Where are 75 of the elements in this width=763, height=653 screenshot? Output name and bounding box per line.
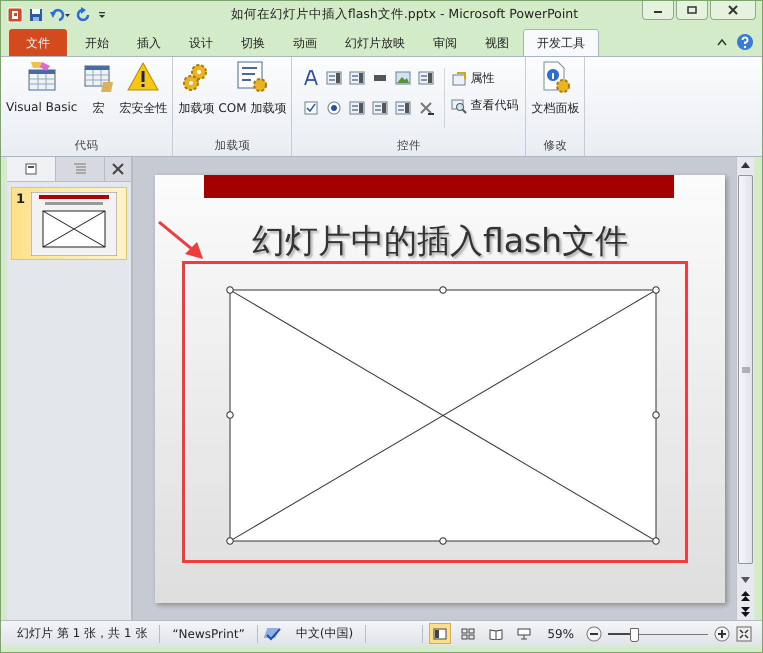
double-up-arrow-icon xyxy=(741,591,750,601)
double-down-arrow-icon xyxy=(741,607,750,617)
help-icon[interactable] xyxy=(736,33,754,51)
ribbon-tab[interactable]: 文件 xyxy=(9,29,67,56)
group-label: 代码 xyxy=(74,138,100,154)
language-text[interactable]: 中文(中国) xyxy=(290,625,360,642)
toggle-control-icon[interactable] xyxy=(395,100,412,116)
zoom-in-button[interactable] xyxy=(714,626,730,642)
slide-title: 幻灯片中的插入flash文件 xyxy=(252,220,628,262)
redo-icon[interactable] xyxy=(76,6,92,22)
outline-icon xyxy=(73,163,87,175)
text-control-icon[interactable] xyxy=(303,70,320,86)
collapse-ribbon-icon[interactable] xyxy=(716,37,728,47)
ribbon-tab[interactable]: 开发工具 xyxy=(523,29,599,56)
ribbon-tab[interactable]: 插入 xyxy=(123,29,175,56)
radio-control-icon[interactable] xyxy=(326,100,342,116)
ribbon-tab[interactable]: 幻灯片放映 xyxy=(331,29,419,56)
scrollbar-thumb[interactable] xyxy=(738,175,753,564)
more-control-icon[interactable] xyxy=(418,100,434,116)
security-button[interactable]: 宏安全性 xyxy=(117,60,170,117)
spin-control-icon[interactable] xyxy=(349,70,366,86)
reading-view-icon xyxy=(489,628,504,640)
combo-control-icon[interactable] xyxy=(349,100,366,116)
com-icon xyxy=(235,60,270,94)
zoom-out-button[interactable] xyxy=(586,626,602,642)
ribbon-tab[interactable]: 视图 xyxy=(471,29,523,56)
app-logo-icon xyxy=(7,6,23,22)
doc-button[interactable]: 文档面板 xyxy=(529,60,582,117)
close-icon xyxy=(112,163,124,175)
ribbon-tab[interactable]: 切换 xyxy=(227,29,279,56)
check-control-icon[interactable] xyxy=(303,100,320,116)
close-icon xyxy=(728,5,738,15)
list-control-icon[interactable] xyxy=(372,100,388,116)
zoom-level-text[interactable]: 59% xyxy=(541,626,580,640)
slide-icon xyxy=(25,163,37,175)
vba-button[interactable]: Visual Basic xyxy=(4,60,80,114)
show-view-icon xyxy=(517,628,532,640)
normal-view-icon xyxy=(433,628,448,640)
macro-button[interactable]: 宏 xyxy=(79,60,118,117)
slides-tab[interactable] xyxy=(7,157,56,181)
maximize-button[interactable] xyxy=(676,1,708,20)
sorter-view-icon xyxy=(461,628,476,640)
grip-icon xyxy=(742,366,750,372)
save-icon[interactable] xyxy=(28,6,44,22)
minimize-button[interactable] xyxy=(642,1,674,20)
slide-thumbnail-item[interactable]: 1 xyxy=(11,187,127,260)
down-arrow-icon xyxy=(741,577,750,583)
close-button[interactable] xyxy=(710,1,756,20)
theme-name-text: “NewsPrint” xyxy=(171,626,246,640)
fit-to-window-icon[interactable] xyxy=(736,626,752,642)
slide-count-text: 幻灯片 第 1 张，共 1 张 xyxy=(16,625,148,642)
addin-button[interactable]: 加载项 xyxy=(176,60,216,117)
image-control-icon[interactable] xyxy=(395,70,412,86)
properties-button[interactable]: 属性 xyxy=(451,70,518,87)
pointer-arrow xyxy=(158,220,203,259)
ribbon-tab[interactable]: 设计 xyxy=(175,29,227,56)
properties-icon xyxy=(451,70,468,86)
group-label: 修改 xyxy=(542,138,568,154)
ribbon-tab[interactable]: 开始 xyxy=(71,29,123,56)
zoom-slider-thumb[interactable] xyxy=(630,628,639,642)
normal-view-button[interactable] xyxy=(429,623,452,644)
scroll-control-icon[interactable] xyxy=(418,70,434,86)
textbox-control-icon[interactable] xyxy=(326,70,342,86)
ribbon-tab[interactable]: 动画 xyxy=(279,29,331,56)
up-arrow-icon xyxy=(741,162,750,168)
flash-object-placeholder[interactable] xyxy=(226,286,660,545)
com-button[interactable]: COM 加载项 xyxy=(216,60,288,117)
ribbon-tab[interactable]: 审阅 xyxy=(419,29,471,56)
window-title: 如何在幻灯片中插入flash文件.pptx - Microsoft PowerPoint xyxy=(230,6,578,23)
undo-icon[interactable] xyxy=(49,6,71,22)
group-label: 控件 xyxy=(396,138,422,154)
maximize-icon xyxy=(686,6,697,14)
view-code-button[interactable]: 查看代码 xyxy=(451,97,518,114)
group-label: 加载项 xyxy=(213,138,252,154)
code-magnifier-icon xyxy=(451,98,468,114)
